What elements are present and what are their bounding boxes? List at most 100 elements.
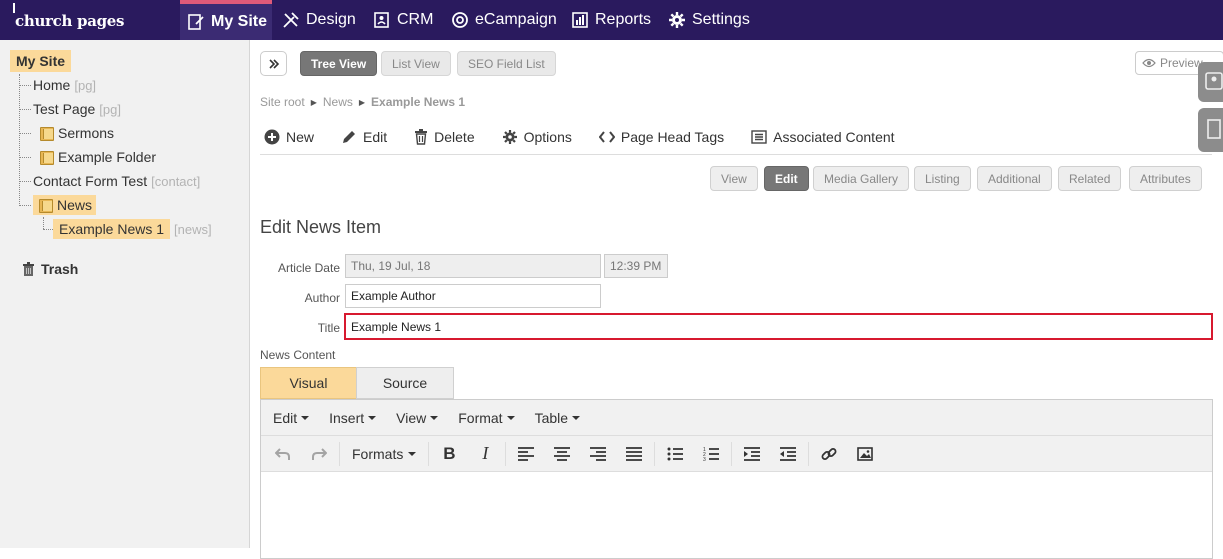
tree-connector [19,85,31,86]
tab-seo-field-list[interactable]: SEO Field List [457,51,556,76]
tree-connector [43,217,44,229]
menu-view[interactable]: View [386,410,448,426]
delete-button[interactable]: Delete [414,129,475,145]
breadcrumb-separator-icon: ▶ [358,97,366,107]
article-time-field[interactable] [604,254,668,278]
undo-icon [275,447,290,460]
menu-format[interactable]: Format [448,410,524,426]
tree-node-label: Example News 1 [53,219,171,239]
side-panel-tab-profile[interactable] [1198,62,1223,102]
menu-label: Format [458,409,503,426]
bullet-list-button[interactable] [657,439,693,469]
menu-label: View [396,409,427,426]
tree-connector [19,181,31,182]
title-field[interactable] [344,313,1213,340]
tree-node-example-news-1[interactable]: Example News 1 [news] [53,219,212,239]
nav-label: Design [306,11,356,28]
author-field[interactable] [345,284,601,308]
tree-node-test-page[interactable]: Test Page [pg] [33,101,121,117]
nav-crm[interactable]: CRM [373,0,433,40]
italic-button[interactable]: I [467,439,503,469]
align-center-button[interactable] [544,439,580,469]
italic-icon: I [482,443,489,463]
indent-icon [780,446,797,461]
align-right-button[interactable] [580,439,616,469]
tree-node-tag: [contact] [151,173,201,189]
tree-node-label: News [57,197,93,213]
tree-node-contact-form-test[interactable]: Contact Form Test [contact] [33,173,200,189]
formats-dropdown[interactable]: Formats [342,446,426,462]
outdent-button[interactable] [734,439,770,469]
nav-reports[interactable]: Reports [571,0,651,40]
new-button[interactable]: New [264,129,314,145]
edit-button[interactable]: Edit [341,129,387,145]
tab-list-view[interactable]: List View [381,51,451,76]
tree-node-label: Example Folder [58,149,157,165]
nav-settings[interactable]: Settings [668,0,750,40]
nav-design[interactable]: Design [282,0,356,40]
tree-node-example-folder[interactable]: Example Folder [38,149,156,165]
church-pages-logo[interactable]: church pages [13,3,125,30]
redo-button[interactable] [301,439,337,469]
tree-node-news[interactable]: News [33,195,97,215]
main-panel: Tree View List View SEO Field List Previ… [250,40,1223,559]
caret-down-icon [572,415,581,420]
tree-node-home[interactable]: Home [pg] [33,77,96,93]
nav-my-site[interactable]: My Site [180,0,272,40]
bold-button[interactable]: B [431,439,467,469]
subtab-attributes[interactable]: Attributes [1129,166,1202,191]
tree-node-trash[interactable]: Trash [22,261,78,277]
nav-label: CRM [397,11,434,28]
tree-node-sermons[interactable]: Sermons [38,125,114,141]
page-head-tags-label: Page Head Tags [620,129,725,145]
breadcrumb-news[interactable]: News [323,95,353,109]
breadcrumb-site-root[interactable]: Site root [260,95,305,109]
contacts-icon [374,12,389,28]
tree-node-label: Sermons [58,125,115,141]
editor-toolbar: Formats B I 1 2 3 [261,436,1212,472]
insert-link-button[interactable] [811,439,847,469]
editor-tab-source[interactable]: Source [356,367,454,399]
at-icon [452,12,468,28]
toolbar-divider [260,154,1212,155]
menu-label: Edit [273,409,298,426]
folder-open-icon [37,198,53,213]
editor-tab-visual[interactable]: Visual [260,367,357,399]
tab-tree-view[interactable]: Tree View [300,51,378,76]
expand-sidebar-button[interactable] [260,51,287,76]
logo-spire [13,3,15,13]
subtab-media-gallery[interactable]: Media Gallery [813,166,910,191]
insert-image-button[interactable] [847,439,883,469]
page-head-tags-button[interactable]: Page Head Tags [598,129,725,145]
subtab-additional[interactable]: Additional [977,166,1052,191]
tree-connector [19,74,20,206]
subtab-edit[interactable]: Edit [764,166,809,191]
double-chevron-right-icon [268,58,279,69]
menu-edit[interactable]: Edit [263,410,319,426]
justify-button[interactable] [616,439,652,469]
svg-text:3: 3 [703,457,706,461]
associated-content-button[interactable]: Associated Content [751,129,895,145]
editor-content-area[interactable] [261,472,1212,558]
tree-node-label: Home [33,77,71,93]
menu-insert[interactable]: Insert [319,410,386,426]
nav-ecampaign[interactable]: eCampaign [451,0,557,40]
subtab-related[interactable]: Related [1058,166,1122,191]
preview-label: Preview [1160,56,1203,70]
indent-button[interactable] [770,439,806,469]
tree-root-my-site[interactable]: My Site [10,50,72,72]
gear-icon [669,12,685,28]
side-panel-tab-notes[interactable] [1198,108,1223,152]
align-left-button[interactable] [508,439,544,469]
numbered-list-button[interactable]: 123 [693,439,729,469]
new-label: New [286,129,315,145]
menu-table[interactable]: Table [525,410,590,426]
undo-button[interactable] [265,439,301,469]
align-left-icon [518,446,535,461]
logo-text: church pages [15,12,125,30]
form-heading: Edit News Item [260,217,382,237]
subtab-listing[interactable]: Listing [914,166,971,191]
options-button[interactable]: Options [502,129,572,145]
article-date-field[interactable] [345,254,601,278]
subtab-view[interactable]: View [710,166,758,191]
